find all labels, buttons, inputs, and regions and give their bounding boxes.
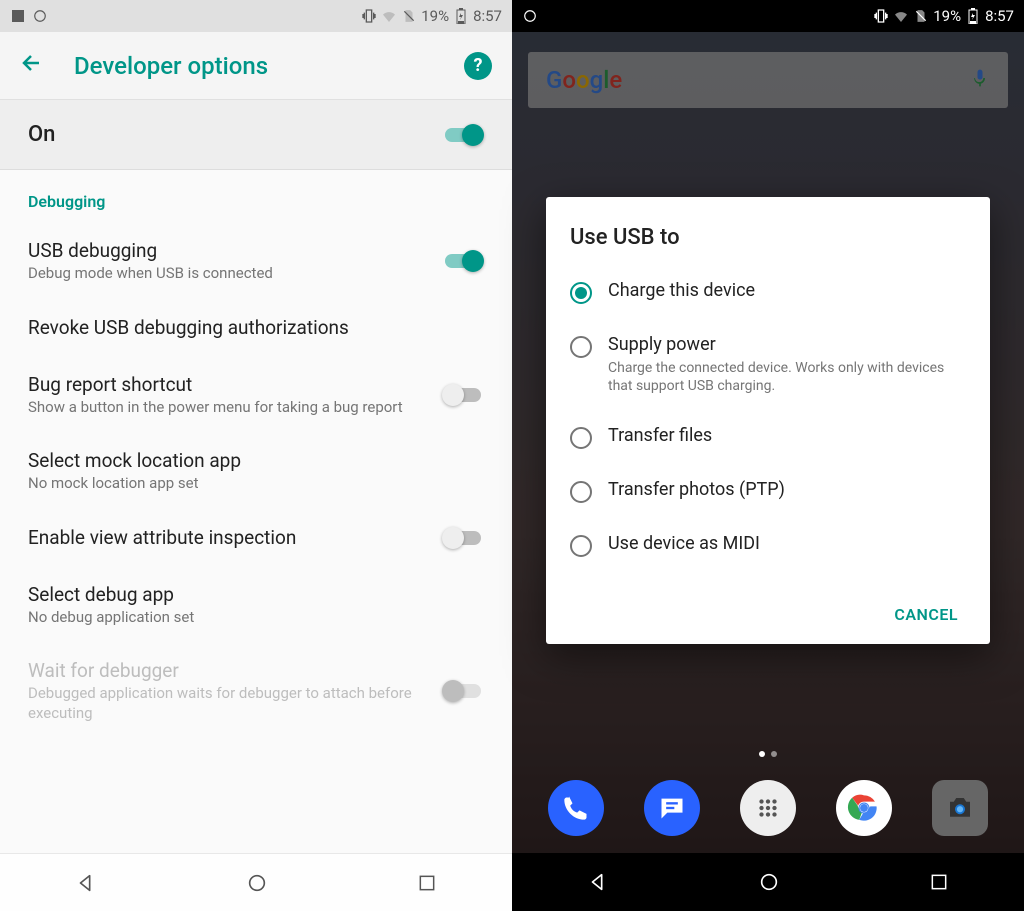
dialog-title: Use USB to [570, 225, 966, 250]
cancel-button[interactable]: CANCEL [886, 595, 966, 634]
nav-recent-icon[interactable] [929, 872, 949, 892]
setting-debug-app[interactable]: Select debug app No debug application se… [0, 567, 512, 644]
dock [512, 763, 1024, 853]
radio-label: Charge this device [608, 280, 755, 301]
clock-text: 8:57 [985, 7, 1014, 25]
master-toggle-row[interactable]: On [0, 100, 512, 170]
status-bar: 19% 8:57 [0, 0, 512, 32]
radio-option-transfer-files[interactable]: Transfer files [570, 425, 966, 449]
dock-camera-icon[interactable] [932, 780, 988, 836]
radio-label: Transfer photos (PTP) [608, 479, 785, 500]
toggle-switch[interactable] [442, 528, 484, 548]
nav-back-icon[interactable] [75, 872, 97, 894]
radio-subtitle: Charge the connected device. Works only … [608, 359, 966, 395]
clock-text: 8:57 [473, 7, 502, 25]
row-title: Select debug app [28, 583, 468, 606]
row-subtitle: No debug application set [28, 608, 468, 628]
back-icon[interactable] [20, 51, 44, 81]
home-screen[interactable]: Google Use USB to Charge this device Sup… [512, 32, 1024, 853]
row-title: Wait for debugger [28, 659, 426, 682]
nav-bar [0, 853, 512, 911]
row-title: Select mock location app [28, 449, 468, 472]
no-sim-icon [913, 8, 929, 24]
toggle-switch[interactable] [442, 251, 484, 271]
nav-back-icon[interactable] [587, 871, 609, 893]
page-indicator [512, 751, 1024, 757]
toggle-switch [442, 681, 484, 701]
radio-option-midi[interactable]: Use device as MIDI [570, 533, 966, 557]
master-toggle[interactable] [442, 125, 484, 145]
row-subtitle: Debug mode when USB is connected [28, 264, 426, 284]
setting-view-attr[interactable]: Enable view attribute inspection [0, 510, 512, 567]
row-title: USB debugging [28, 239, 426, 262]
help-button[interactable]: ? [464, 52, 492, 80]
dock-phone-icon[interactable] [548, 780, 604, 836]
master-toggle-label: On [28, 122, 55, 147]
circle-icon [522, 8, 538, 24]
radio-label: Transfer files [608, 425, 712, 446]
radio-icon[interactable] [570, 336, 592, 358]
setting-revoke-auth[interactable]: Revoke USB debugging authorizations [0, 300, 512, 357]
phone-left: 19% 8:57 Developer options ? On Debuggin… [0, 0, 512, 911]
radio-icon[interactable] [570, 535, 592, 557]
nav-bar [512, 853, 1024, 911]
battery-text: 19% [421, 7, 449, 25]
nav-recent-icon[interactable] [417, 873, 437, 893]
dock-chrome-icon[interactable] [836, 780, 892, 836]
status-bar: 19% 8:57 [512, 0, 1024, 32]
dock-apps-icon[interactable] [740, 780, 796, 836]
row-title: Revoke USB debugging authorizations [28, 316, 468, 339]
page-title: Developer options [74, 52, 268, 80]
app-bar: Developer options ? [0, 32, 512, 100]
battery-text: 19% [933, 7, 961, 25]
setting-mock-location[interactable]: Select mock location app No mock locatio… [0, 433, 512, 510]
radio-option-transfer-photos[interactable]: Transfer photos (PTP) [570, 479, 966, 503]
row-subtitle: Debugged application waits for debugger … [28, 684, 426, 723]
nav-home-icon[interactable] [758, 871, 780, 893]
radio-icon[interactable] [570, 427, 592, 449]
toggle-switch[interactable] [442, 385, 484, 405]
picture-icon [10, 8, 26, 24]
row-title: Bug report shortcut [28, 373, 426, 396]
vibrate-icon [873, 8, 889, 24]
battery-icon [965, 8, 981, 24]
row-subtitle: Show a button in the power menu for taki… [28, 398, 426, 418]
radio-icon[interactable] [570, 282, 592, 304]
dock-messages-icon[interactable] [644, 780, 700, 836]
row-title: Enable view attribute inspection [28, 526, 426, 549]
wifi-icon [893, 8, 909, 24]
section-header: Debugging [0, 170, 512, 223]
row-subtitle: No mock location app set [28, 474, 468, 494]
nav-home-icon[interactable] [246, 872, 268, 894]
setting-usb-debugging[interactable]: USB debugging Debug mode when USB is con… [0, 223, 512, 300]
usb-dialog: Use USB to Charge this device Supply pow… [546, 197, 990, 644]
radio-option-supply-power[interactable]: Supply power Charge the connected device… [570, 334, 966, 395]
vibrate-icon [361, 8, 377, 24]
battery-icon [453, 8, 469, 24]
wifi-icon [381, 8, 397, 24]
radio-label: Use device as MIDI [608, 533, 760, 554]
setting-wait-debugger: Wait for debugger Debugged application w… [0, 643, 512, 739]
radio-label: Supply power [608, 334, 966, 355]
circle-icon [32, 8, 48, 24]
radio-option-charge[interactable]: Charge this device [570, 280, 966, 304]
no-sim-icon [401, 8, 417, 24]
setting-bug-report[interactable]: Bug report shortcut Show a button in the… [0, 357, 512, 434]
settings-list[interactable]: On Debugging USB debugging Debug mode wh… [0, 100, 512, 853]
radio-icon[interactable] [570, 481, 592, 503]
phone-right: 19% 8:57 Google Use USB to Charge this d… [512, 0, 1024, 911]
